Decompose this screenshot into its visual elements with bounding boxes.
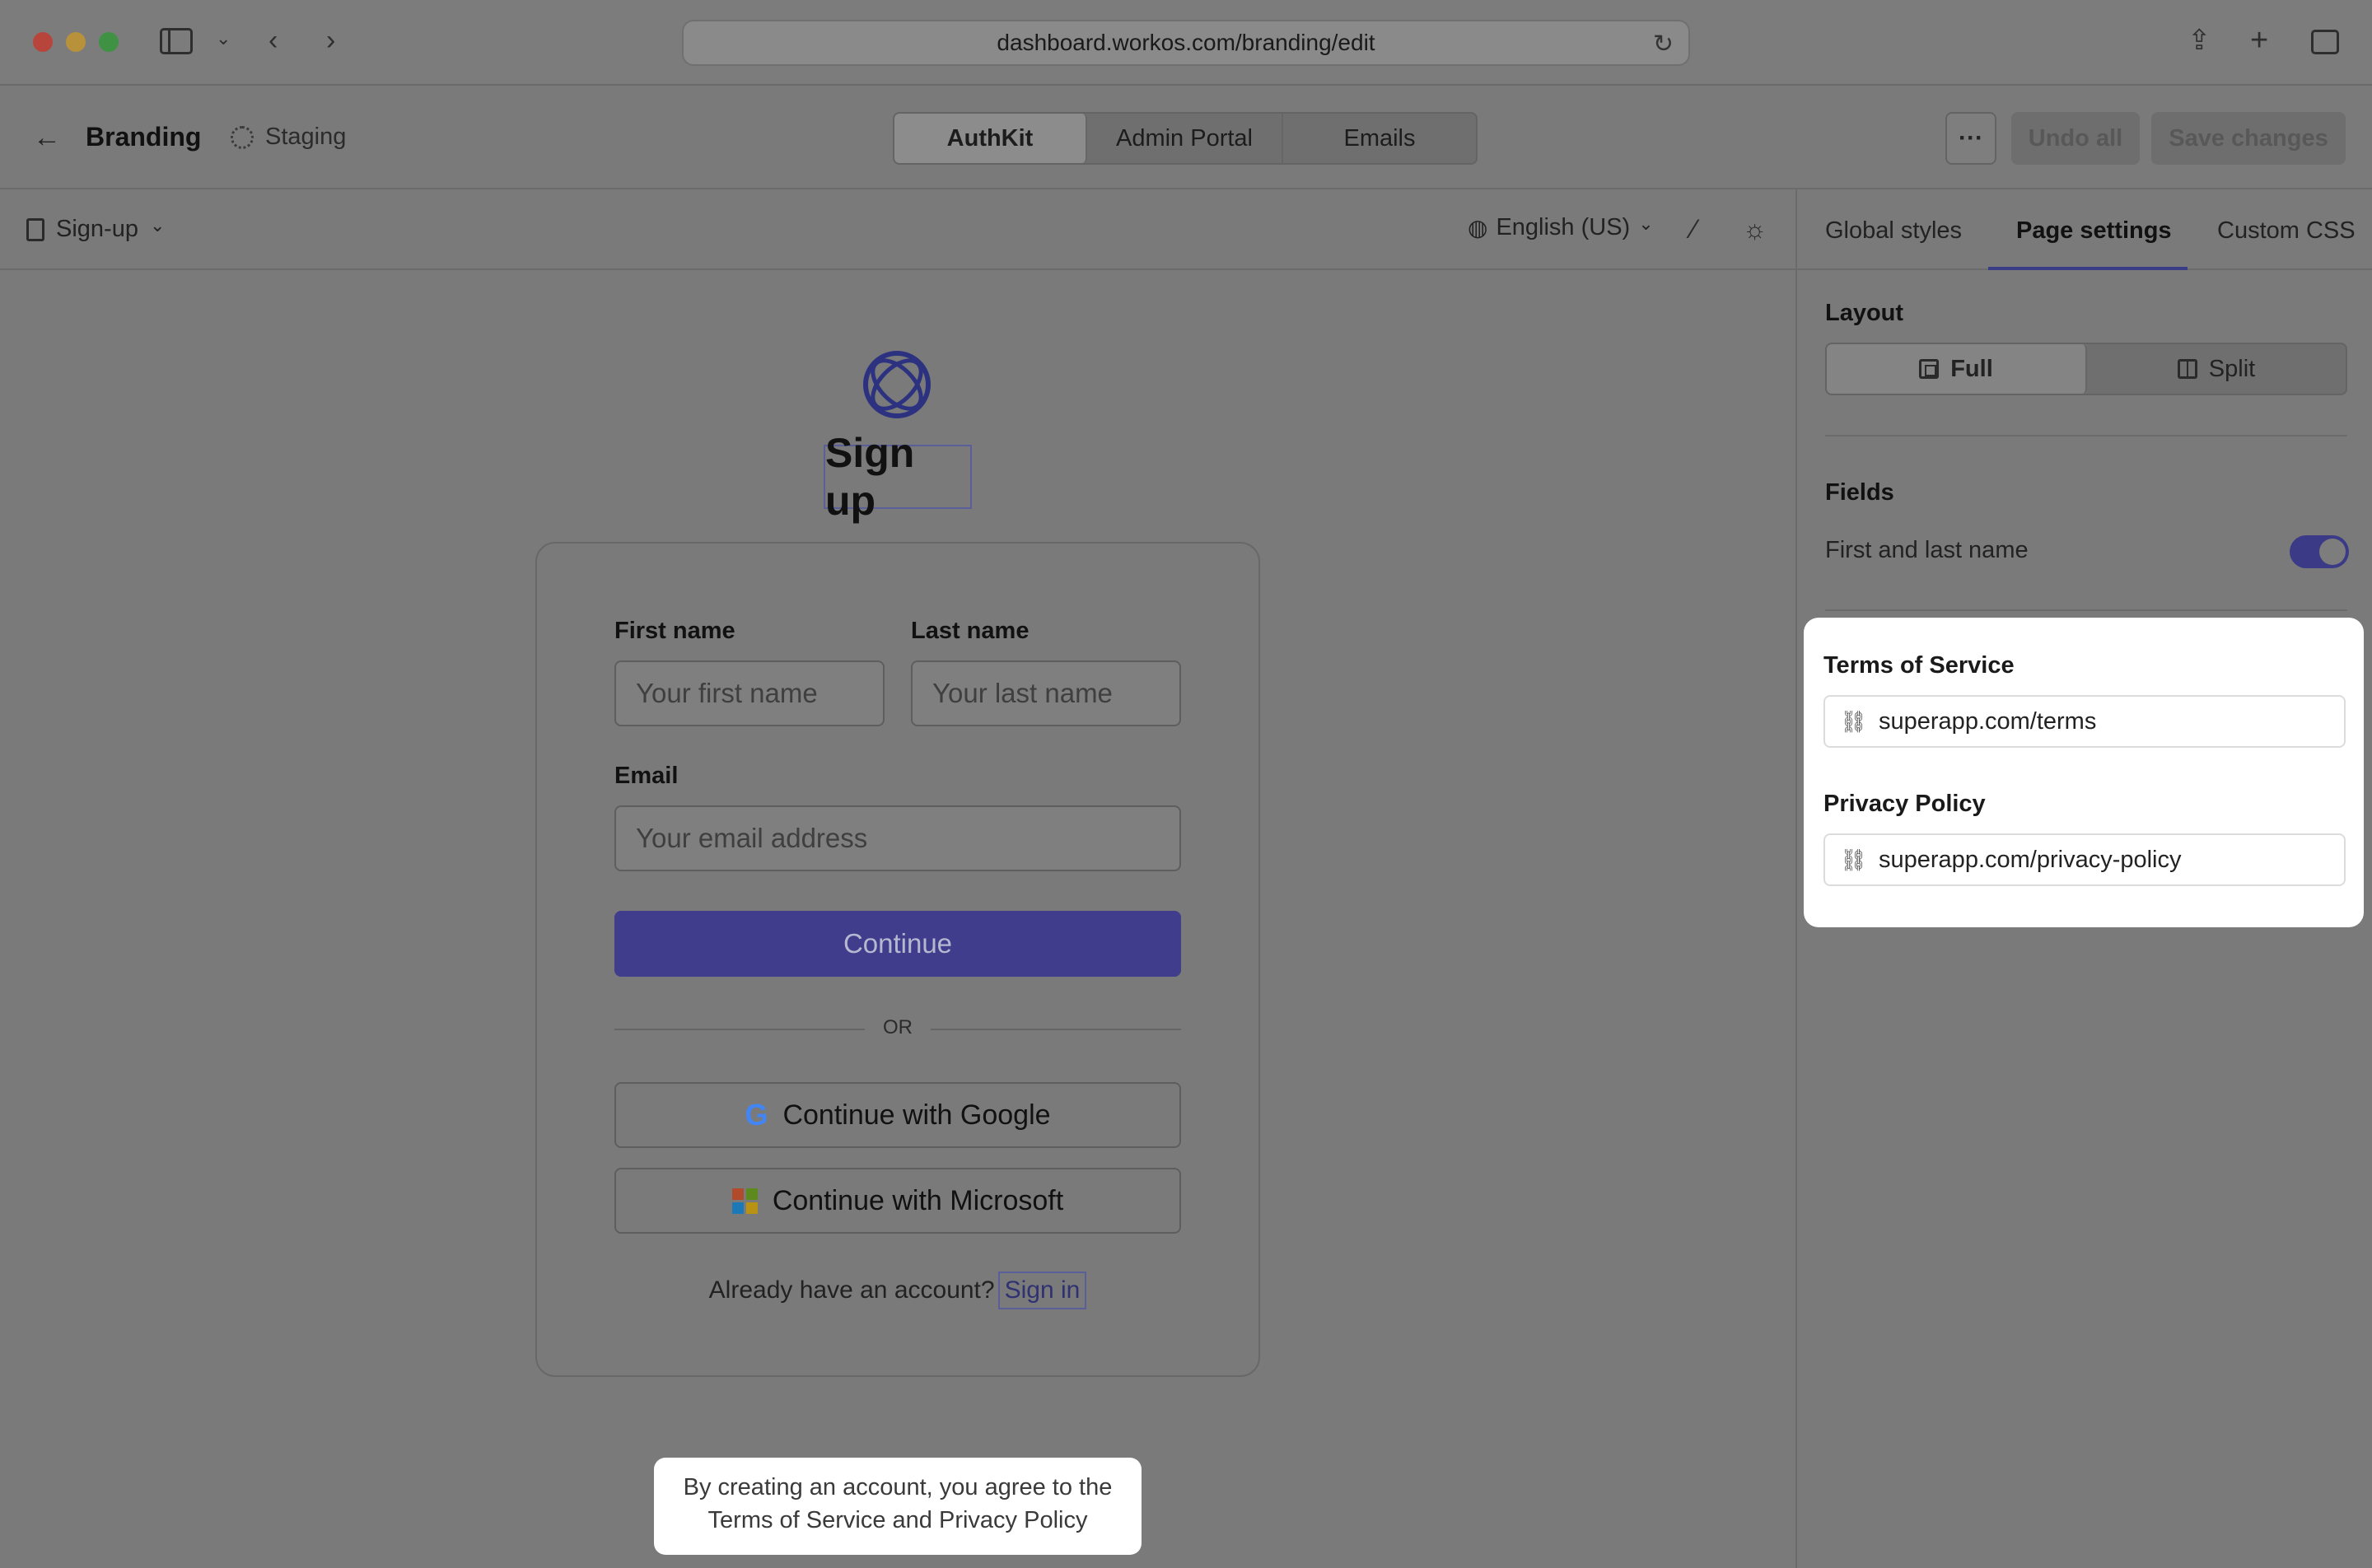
page-select-label: Sign-up <box>56 216 138 242</box>
close-window-button[interactable] <box>33 32 53 52</box>
tab-page-settings[interactable]: Page settings <box>2016 217 2172 245</box>
new-tab-icon[interactable]: + <box>2250 25 2268 56</box>
terms-of-service-label: Terms of Service <box>1823 652 2015 679</box>
section-divider <box>1825 609 2347 611</box>
sign-in-link[interactable]: Sign in <box>997 1272 1087 1309</box>
url-text: dashboard.workos.com/branding/edit <box>997 30 1375 55</box>
first-name-label: First name <box>614 618 735 644</box>
app-header: ← Branding Staging AuthKit Admin Portal … <box>0 86 2372 189</box>
page-select-dropdown[interactable]: Sign-up ⌄ <box>26 214 166 243</box>
link-icon: ⛓ <box>1840 708 1868 734</box>
zoom-window-button[interactable] <box>99 32 119 52</box>
undo-all-button[interactable]: Undo all <box>2011 112 2140 165</box>
tab-authkit[interactable]: AuthKit <box>894 114 1087 163</box>
email-input[interactable]: Your email address <box>614 805 1181 871</box>
or-divider-label: OR <box>883 1016 913 1038</box>
layout-full-label: Full <box>1950 355 1993 382</box>
sun-icon[interactable]: ☼ <box>1743 214 1767 245</box>
share-icon[interactable]: ⇪ <box>2188 26 2211 54</box>
layout-full-option[interactable]: Full <box>1827 344 2087 394</box>
layout-toggle: Full Split <box>1825 343 2347 395</box>
environment-label: Staging <box>265 124 347 150</box>
microsoft-button-label: Continue with Microsoft <box>772 1184 1064 1216</box>
divider-right <box>931 1029 1181 1030</box>
last-name-label: Last name <box>911 618 1030 644</box>
google-button-label: Continue with Google <box>782 1099 1051 1131</box>
magic-wand-icon[interactable]: ⁄ <box>1692 214 1696 245</box>
first-name-input[interactable]: Your first name <box>614 660 885 726</box>
address-bar[interactable]: dashboard.workos.com/branding/edit ↻ <box>682 20 1690 66</box>
forward-icon[interactable]: › <box>326 26 335 54</box>
section-divider <box>1825 435 2347 436</box>
language-label: English (US) <box>1496 214 1631 240</box>
language-select[interactable]: ◍ English (US) ⌄ <box>1468 212 1654 241</box>
tabs-overview-icon[interactable] <box>2311 30 2339 54</box>
app-logo <box>863 351 931 418</box>
email-label: Email <box>614 763 679 789</box>
sign-in-prompt: Already have an account? Sign in <box>535 1272 1260 1309</box>
terms-of-service-value: superapp.com/terms <box>1879 707 2097 735</box>
divider-left <box>614 1029 865 1030</box>
legal-notice-line1: By creating an account, you agree to the <box>683 1474 1113 1500</box>
editor-toolbar: Sign-up ⌄ ◍ English (US) ⌄ ⁄ ☼ <box>0 189 1795 270</box>
chevron-down-icon[interactable]: ⌄ <box>216 30 231 48</box>
legal-notice[interactable]: By creating an account, you agree to the… <box>654 1458 1142 1555</box>
terms-of-service-input[interactable]: ⛓ superapp.com/terms <box>1823 695 2346 748</box>
legal-links-card: Terms of Service ⛓ superapp.com/terms Pr… <box>1804 618 2364 927</box>
document-icon <box>26 217 44 241</box>
save-changes-button[interactable]: Save changes <box>2151 112 2346 165</box>
environment-badge[interactable]: Staging <box>231 124 346 151</box>
continue-with-microsoft-button[interactable]: Continue with Microsoft <box>614 1168 1181 1234</box>
chevron-down-icon: ⌄ <box>149 214 166 236</box>
legal-notice-line2: Terms of Service and Privacy Policy <box>707 1507 1088 1533</box>
chevron-down-icon: ⌄ <box>1638 212 1654 234</box>
last-name-input[interactable]: Your last name <box>911 660 1181 726</box>
globe-icon: ◍ <box>1468 215 1488 240</box>
sidebar-icon[interactable] <box>160 28 193 54</box>
tab-emails[interactable]: Emails <box>1283 114 1476 163</box>
continue-with-google-button[interactable]: G Continue with Google <box>614 1082 1181 1148</box>
split-layout-icon <box>2177 359 2197 379</box>
toggle-knob <box>2319 539 2346 565</box>
account-prompt-text: Already have an account? <box>708 1276 995 1304</box>
environment-icon <box>231 125 254 149</box>
privacy-policy-value: superapp.com/privacy-policy <box>1879 846 2182 873</box>
full-layout-icon <box>1919 359 1940 379</box>
back-icon[interactable]: ‹ <box>268 26 278 54</box>
layout-split-option[interactable]: Split <box>2087 344 2346 394</box>
browser-titlebar: ⌄ ‹ › dashboard.workos.com/branding/edit… <box>0 0 2372 86</box>
tab-admin-portal[interactable]: Admin Portal <box>1087 114 1283 163</box>
privacy-policy-label: Privacy Policy <box>1823 791 1986 817</box>
first-last-name-label: First and last name <box>1825 537 2029 563</box>
continue-button[interactable]: Continue <box>614 911 1181 977</box>
page-title: Branding <box>86 122 202 152</box>
back-arrow-icon[interactable]: ← <box>33 122 61 154</box>
tab-global-styles[interactable]: Global styles <box>1825 217 1962 245</box>
active-tab-indicator <box>1988 267 2188 270</box>
product-tabs: AuthKit Admin Portal Emails <box>893 112 1478 165</box>
more-options-button[interactable]: ··· <box>1945 112 1996 165</box>
minimize-window-button[interactable] <box>66 32 86 52</box>
sign-up-heading[interactable]: Sign up <box>824 430 972 524</box>
first-last-name-toggle[interactable] <box>2290 535 2349 568</box>
reload-icon[interactable]: ↻ <box>1653 30 1674 58</box>
tab-custom-css[interactable]: Custom CSS <box>2217 217 2356 245</box>
google-icon: G <box>745 1098 768 1132</box>
layout-section-title: Layout <box>1825 300 1904 326</box>
privacy-policy-input[interactable]: ⛓ superapp.com/privacy-policy <box>1823 833 2346 886</box>
microsoft-icon <box>731 1188 758 1214</box>
layout-split-label: Split <box>2208 355 2256 382</box>
link-icon: ⛓ <box>1840 847 1868 872</box>
fields-section-title: Fields <box>1825 479 1894 506</box>
